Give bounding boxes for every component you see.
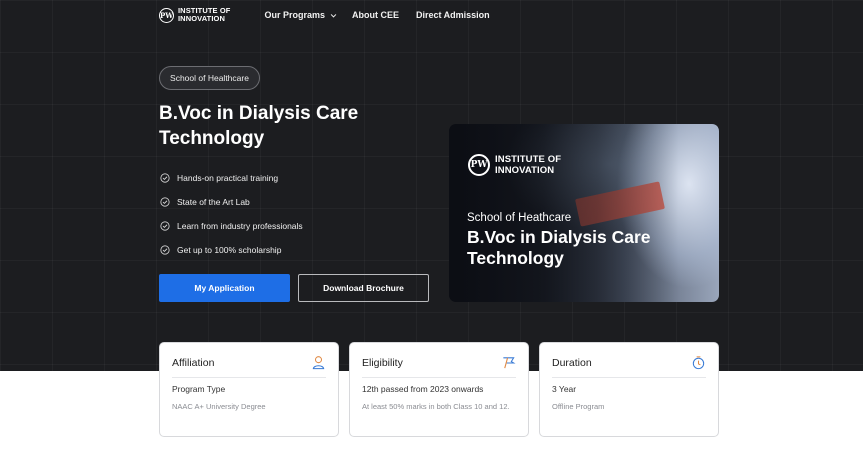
card-value: Offline Program [552, 402, 605, 411]
check-circle-icon [160, 197, 170, 207]
banner-logo-mark: PW [468, 154, 490, 176]
affiliation-card: Affiliation Program Type NAAC A+ Univers… [159, 342, 339, 437]
card-heading: Affiliation [172, 357, 215, 369]
eligibility-card: Eligibility 12th passed from 2023 onward… [349, 342, 529, 437]
user-icon [312, 356, 325, 370]
card-label: 12th passed from 2023 onwards [362, 384, 484, 394]
download-brochure-button[interactable]: Download Brochure [298, 274, 429, 302]
my-application-button[interactable]: My Application [159, 274, 290, 302]
page: PW INSTITUTE OF INNOVATION Our Programs … [0, 0, 863, 451]
card-value: At least 50% marks in both Class 10 and … [362, 402, 510, 411]
logo-mark: PW [159, 7, 174, 23]
hero-section [0, 0, 863, 371]
card-heading: Eligibility [362, 357, 403, 369]
duration-card: Duration 3 Year Offline Program [539, 342, 719, 437]
top-nav: PW INSTITUTE OF INNOVATION Our Programs … [159, 4, 490, 26]
program-banner: PW INSTITUTE OF INNOVATION School of Hea… [449, 124, 719, 302]
card-heading: Duration [552, 357, 592, 369]
feature-item: Get up to 100% scholarship [160, 238, 303, 262]
banner-logo: PW INSTITUTE OF INNOVATION [468, 154, 561, 176]
card-label: Program Type [172, 384, 226, 394]
feature-list: Hands-on practical training State of the… [160, 166, 303, 262]
chevron-down-icon [330, 13, 337, 18]
check-circle-icon [160, 221, 170, 231]
check-circle-icon [160, 245, 170, 255]
feature-item: Hands-on practical training [160, 166, 303, 190]
nav-our-programs[interactable]: Our Programs [264, 10, 337, 20]
check-circle-icon [160, 173, 170, 183]
school-tag: School of Healthcare [159, 66, 260, 90]
nav-links: Our Programs About CEE Direct Admission [264, 10, 489, 20]
banner-school: School of Heathcare [467, 212, 572, 224]
nav-direct-admission[interactable]: Direct Admission [416, 10, 490, 20]
nav-about-cee[interactable]: About CEE [352, 10, 399, 20]
feature-item: Learn from industry professionals [160, 214, 303, 238]
card-label: 3 Year [552, 384, 577, 394]
program-title: B.Voc in Dialysis Care Technology [159, 103, 359, 149]
banner-logo-text: INSTITUTE OF INNOVATION [495, 154, 562, 176]
flag-icon [503, 357, 516, 369]
banner-title: B.Voc in Dialysis Care Technology [467, 227, 651, 268]
card-value: NAAC A+ University Degree [172, 402, 266, 411]
brand-logo[interactable]: PW INSTITUTE OF INNOVATION [159, 7, 230, 23]
timer-icon [692, 356, 705, 370]
feature-item: State of the Art Lab [160, 190, 303, 214]
logo-text: INSTITUTE OF INNOVATION [178, 6, 231, 23]
